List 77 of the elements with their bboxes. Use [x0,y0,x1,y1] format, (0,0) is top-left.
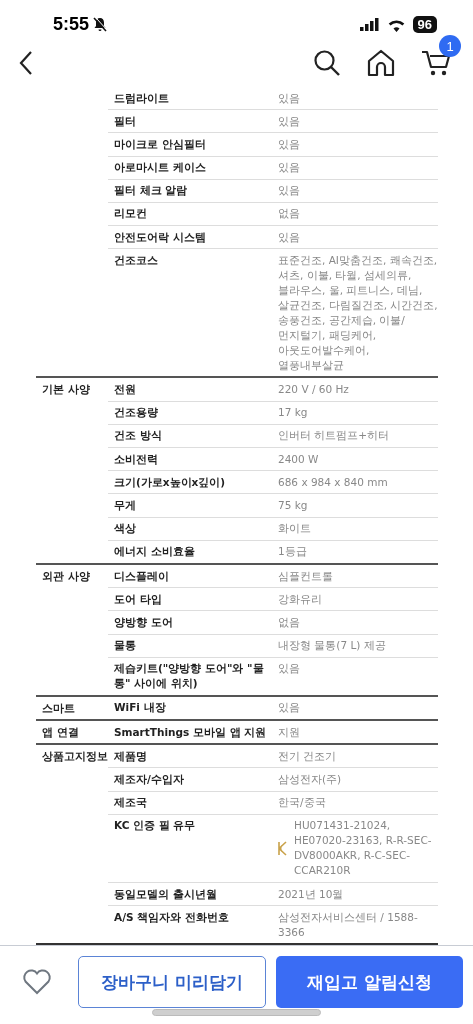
spec-label: 마이크로 안심필터 [113,136,207,152]
spec-value: 220 V / 60 Hz [278,382,350,398]
spec-value: 2021년 10월 [278,886,345,902]
spec-value: 없음 [278,614,301,630]
spec-group-name: 앱 연결 [41,725,80,741]
cart-count-badge: 1 [439,35,461,57]
signal-icon [359,18,380,32]
spec-value: 있음 [278,160,301,176]
spec-group-name: 기본 사양 [41,382,91,398]
spec-label: 에너지 소비효율 [113,544,196,560]
spec-value: 지원 [278,724,301,740]
spec-label: 필터 체크 알람 [113,183,189,199]
battery-level: 96 [412,16,437,34]
spec-value: HU071431-21024, HE07020-23163, R-R-SEC-DV8000AKR, R-C-SEC-CCAR210R [293,818,433,879]
spec-value: 2400 W [278,451,320,467]
spec-group-name: 스마트 [41,700,76,716]
spec-value: 있음 [278,90,301,106]
clock-time: 5:55 [53,14,90,36]
spec-label: 전원 [113,382,137,398]
spec-value: 있음 [278,183,301,199]
add-to-cart-button[interactable]: 장바구니 미리담기 [78,956,266,1009]
spec-label: 색상 [113,521,137,537]
heart-icon[interactable] [22,969,52,996]
spec-value: 한국/중국 [278,795,327,811]
home-icon[interactable] [367,49,395,77]
spec-label: 건조 방식 [113,428,163,444]
restock-alert-button[interactable]: 재입고 알림신청 [276,956,463,1009]
spec-label: WiFi 내장 [113,700,167,716]
spec-label: 양방향 도어 [113,614,174,630]
spec-label: 건조코스 [113,252,159,268]
cart-icon[interactable] [421,49,451,77]
certification-mark-icon [278,840,288,856]
spec-label: 안전도어락 시스템 [113,229,207,245]
spec-label: 제조자/수입자 [113,772,185,788]
spec-label: 건조용량 [113,405,159,421]
spec-value: 17 kg [278,405,309,421]
spec-label: 소비전력 [113,451,159,467]
spec-value: 내장형 물통(7 L) 제공 [278,638,387,654]
spec-value: 686 x 984 x 840 mm [278,474,389,490]
wifi-icon [386,17,406,32]
spec-value: 있음 [278,661,301,677]
bell-muted-icon [93,17,108,33]
spec-value: 삼성전자(주) [278,772,343,788]
spec-label: 동일모델의 출시년월 [113,886,218,902]
spec-value: 화이트 [278,521,312,537]
spec-label: 제습키트("양방향 도어"와 "물통" 사이에 위치) [113,661,265,692]
spec-value: 있음 [278,700,301,716]
spec-label: 필터 [113,113,137,129]
spec-label: A/S 책임자와 전화번호 [113,909,230,925]
spec-value: 심플컨트롤 [278,568,334,584]
spec-value: 75 kg [278,497,309,513]
back-icon[interactable] [18,50,34,76]
spec-label: 아로마시트 케이스 [113,160,207,176]
spec-label: 리모컨 [113,206,148,222]
spec-label: 디스플레이 [113,568,170,584]
spec-value: 있음 [278,113,301,129]
spec-value: 강화유리 [278,591,323,607]
spec-label: SmartThings 모바일 앱 지원 [113,724,268,740]
spec-label: 무게 [113,497,137,513]
spec-value: 표준건조, AI맞춤건조, 쾌속건조, 셔츠, 이불, 타월, 섬세의류, 블라우스, 울, 피트니스, 데님, 살균건조, 다림질건조, 시간건조, 송풍건조, 공간제습, 이불/먼지털기, 패딩케어, 아웃도어발수케어, 열풍내부살균 [278,252,438,373]
spec-value: 있음 [278,136,301,152]
spec-group-name: 상품고지정보 [41,749,108,765]
spec-label: 제품명 [113,748,148,764]
spec-label: 크기(가로x높이x깊이) [113,474,227,490]
spec-label: 드럼라이트 [113,90,170,106]
spec-value: 있음 [278,229,301,245]
spec-value: 없음 [278,206,301,222]
spec-value: 1등급 [278,544,308,560]
spec-value: 전기 건조기 [278,748,338,764]
spec-label: 도어 타입 [113,591,163,607]
spec-value: 삼성전자서비스센터 / 1588-3366 [278,909,419,940]
spec-label: 물통 [113,638,137,654]
search-icon[interactable] [313,49,341,77]
spec-group-name: 외관 사양 [41,568,91,584]
spec-value: 인버터 히트펌프+히터 [278,428,391,444]
spec-label: KC 인증 필 유무 [113,818,197,834]
spec-label: 제조국 [113,795,148,811]
